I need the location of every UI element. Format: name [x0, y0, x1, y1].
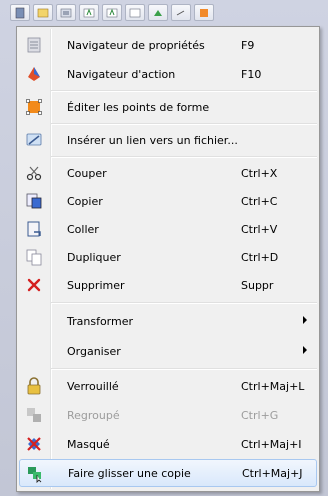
- menu-item-insert-file-link[interactable]: Insérer un lien vers un fichier...: [19, 126, 317, 154]
- menu-item-properties-navigator[interactable]: Navigateur de propriétés F9: [19, 31, 317, 59]
- menu-item-hidden[interactable]: Masqué Ctrl+Maj+I: [19, 430, 317, 458]
- menu-separator: [51, 302, 317, 304]
- shape-points-icon: [26, 99, 42, 115]
- menu-item-label: Verrouillé: [67, 379, 119, 393]
- menu-item-locked[interactable]: Verrouillé Ctrl+Maj+L: [19, 372, 317, 400]
- menu-item-shortcut: Ctrl+Maj+L: [241, 379, 305, 393]
- file-link-icon: [26, 133, 42, 146]
- menu-item-shortcut: Ctrl+X: [241, 166, 278, 180]
- toolbar-button-arrow[interactable]: [171, 4, 191, 21]
- menu-separator: [51, 123, 317, 125]
- picture-icon: [60, 8, 72, 17]
- menu-item-paste[interactable]: Coller Ctrl+V: [19, 215, 317, 243]
- scissors-icon: [26, 166, 42, 181]
- properties-icon: [27, 37, 41, 53]
- menu-item-duplicate[interactable]: Dupliquer Ctrl+D: [19, 243, 317, 271]
- toolbar: [2, 4, 328, 26]
- menu-separator: [51, 368, 317, 370]
- menu-item-label: Regroupé: [67, 408, 120, 422]
- menu-item-shortcut: Ctrl+D: [241, 250, 279, 264]
- menu-item-drag-copy[interactable]: Faire glisser une copie Ctrl+Maj+J: [19, 459, 317, 487]
- menu-item-label: Copier: [67, 194, 103, 208]
- menu-item-shortcut: Ctrl+G: [241, 408, 279, 422]
- menu-item-arrange[interactable]: Organiser: [19, 337, 317, 365]
- menu-item-label: Masqué: [67, 437, 110, 451]
- menu-item-shortcut: Ctrl+C: [241, 194, 278, 208]
- submenu-arrow-icon: [303, 346, 307, 354]
- toolbar-button-picture[interactable]: [56, 4, 76, 21]
- menu-item-label: Organiser: [67, 344, 121, 358]
- selection-icon: [15, 7, 25, 18]
- menu-item-label: Coller: [67, 222, 99, 236]
- menu-item-copy[interactable]: Copier Ctrl+C: [19, 187, 317, 215]
- context-menu: Navigateur de propriétés F9 Navigateur d…: [16, 26, 320, 492]
- shape-edit-icon: [200, 8, 208, 17]
- menu-item-label: Dupliquer: [67, 250, 121, 264]
- toolbar-button-link[interactable]: [148, 4, 168, 21]
- menu-item-label: Supprimer: [67, 278, 125, 292]
- lock-icon: [27, 377, 41, 395]
- link-icon: [154, 9, 162, 16]
- menu-item-label: Couper: [67, 166, 107, 180]
- menu-item-shortcut: Ctrl+Maj+I: [241, 437, 302, 451]
- menu-item-edit-shape-points[interactable]: Éditer les points de forme: [19, 93, 317, 121]
- arrow-icon: [176, 10, 185, 15]
- drag-copy-icon: [28, 467, 42, 483]
- menu-item-label: Navigateur d'action: [67, 67, 176, 81]
- copy-icon: [26, 193, 42, 209]
- toolbar-button-selection[interactable]: [10, 4, 30, 21]
- duplicate-icon: [26, 249, 42, 266]
- group-icon: [27, 408, 41, 422]
- toolbar-button-shape[interactable]: [33, 4, 53, 21]
- text-icon: [83, 8, 95, 17]
- menu-item-action-navigator[interactable]: Navigateur d'action F10: [19, 60, 317, 88]
- menu-item-label: Éditer les points de forme: [67, 100, 210, 114]
- menu-item-label: Transformer: [67, 314, 134, 328]
- toolbar-button-table[interactable]: [125, 4, 145, 21]
- menu-separator: [51, 156, 317, 158]
- menu-item-shortcut: Suppr: [241, 278, 274, 292]
- delete-icon: [27, 278, 41, 292]
- shape-icon: [37, 8, 49, 17]
- menu-item-shortcut: Ctrl+Maj+J: [242, 466, 303, 480]
- text-icon: [106, 8, 118, 17]
- menu-item-label: Insérer un lien vers un fichier...: [67, 133, 238, 147]
- hidden-icon: [27, 437, 41, 451]
- table-icon: [129, 8, 141, 17]
- menu-item-shortcut: F9: [241, 38, 255, 52]
- menu-item-shortcut: Ctrl+V: [241, 222, 278, 236]
- paste-icon: [27, 221, 41, 237]
- menu-item-label: Navigateur de propriétés: [67, 38, 205, 52]
- toolbar-button-shape-edit[interactable]: [194, 4, 214, 21]
- menu-item-delete[interactable]: Supprimer Suppr: [19, 271, 317, 299]
- toolbar-button-text[interactable]: [79, 4, 99, 21]
- menu-item-cut[interactable]: Couper Ctrl+X: [19, 159, 317, 187]
- menu-separator: [51, 90, 317, 92]
- menu-item-transform[interactable]: Transformer: [19, 307, 317, 335]
- menu-item-label: Faire glisser une copie: [68, 466, 191, 480]
- submenu-arrow-icon: [303, 316, 307, 324]
- menu-item-grouped: Regroupé Ctrl+G: [19, 401, 317, 429]
- menu-item-shortcut: F10: [241, 67, 262, 81]
- toolbar-button-text-2[interactable]: [102, 4, 122, 21]
- action-icon: [28, 67, 40, 81]
